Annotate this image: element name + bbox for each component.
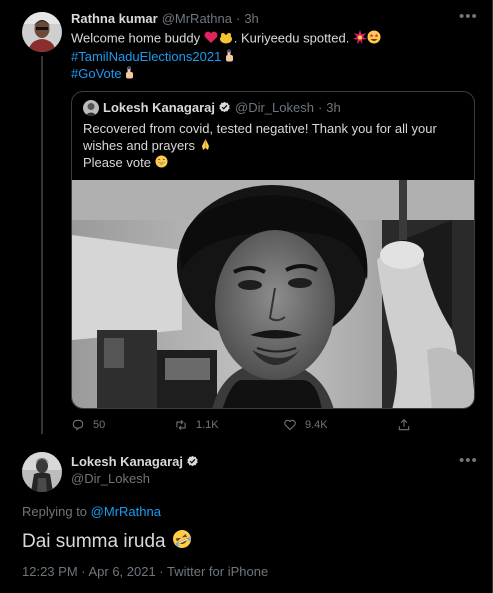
- quoted-text-line2: wishes and prayers: [83, 137, 195, 153]
- tweet-photo[interactable]: [72, 180, 474, 408]
- tweet-actions: 50 1.1K 9.4K: [71, 418, 431, 434]
- quoted-author-handle: @Dir_Lokesh: [235, 100, 314, 115]
- retweet-icon: [176, 419, 186, 431]
- more-options-icon[interactable]: •••: [459, 452, 478, 469]
- tweet-text-line1: Welcome home buddy: [71, 30, 201, 46]
- inked-finger-icon: [125, 66, 134, 84]
- heart-icon: [284, 419, 296, 431]
- author-handle[interactable]: @Dir_Lokesh: [71, 471, 150, 486]
- tweet-text: Welcome home buddy . Kuriyeedu spotted. …: [71, 30, 471, 84]
- main-author: Lokesh Kanagaraj: [71, 454, 199, 469]
- share-button[interactable]: [397, 418, 411, 432]
- main-tweet-body: Dai summa iruda: [22, 531, 166, 552]
- quoted-author-name: Lokesh Kanagaraj: [103, 100, 215, 115]
- parent-tweet[interactable]: Rathna kumar @MrRathna · 3h ••• Welcome …: [0, 0, 492, 442]
- folded-hands-icon: [199, 138, 212, 156]
- quoted-tweet-time: 3h: [326, 100, 341, 115]
- retweet-count: 1.1K: [196, 419, 219, 431]
- author-name[interactable]: Lokesh Kanagaraj: [71, 454, 183, 469]
- quoted-text-line3: Please vote: [83, 155, 151, 171]
- rolling-on-floor-laughing-icon: [172, 529, 192, 555]
- hug-hands-icon: [218, 31, 234, 49]
- verified-badge-icon: [218, 101, 231, 114]
- replying-to-link[interactable]: @MrRathna: [91, 504, 161, 519]
- tweet-header: Rathna kumar @MrRathna · 3h: [71, 11, 259, 26]
- main-tweet-text: Dai summa iruda: [22, 529, 192, 555]
- separator-dot: ·: [235, 11, 241, 26]
- like-count: 9.4K: [305, 419, 328, 431]
- reply-count: 50: [93, 419, 106, 431]
- reply-icon: [72, 419, 84, 431]
- divider: [0, 442, 492, 443]
- retweet-button[interactable]: 1.1K: [174, 418, 219, 432]
- separator-dot: ·: [317, 100, 323, 115]
- quoted-avatar: [83, 100, 99, 116]
- quoted-tweet-card[interactable]: Lokesh Kanagaraj @Dir_Lokesh · 3h Recove…: [71, 91, 475, 409]
- replying-prefix: Replying to: [22, 504, 88, 519]
- quoted-text-line1: Recovered from covid, tested negative! T…: [83, 121, 437, 136]
- hashtag-link[interactable]: #GoVote: [71, 66, 122, 81]
- more-options-icon[interactable]: •••: [459, 8, 478, 25]
- tweet-timestamp[interactable]: 12:23 PM · Apr 6, 2021 · Twitter for iPh…: [22, 564, 268, 579]
- reply-button[interactable]: 50: [71, 418, 105, 432]
- inked-finger-icon: [225, 49, 234, 67]
- tweet-time[interactable]: 3h: [244, 11, 258, 26]
- tweet-thread: Rathna kumar @MrRathna · 3h ••• Welcome …: [0, 0, 493, 593]
- quoted-tweet-header: Lokesh Kanagaraj @Dir_Lokesh · 3h: [103, 100, 341, 115]
- avatar[interactable]: [22, 12, 62, 52]
- explosion-icon: [353, 30, 367, 49]
- replying-to: Replying to @MrRathna: [22, 504, 161, 519]
- star-struck-icon: [367, 30, 381, 49]
- thread-line: [41, 56, 43, 434]
- like-button[interactable]: 9.4K: [283, 418, 328, 432]
- quoted-tweet-text: Recovered from covid, tested negative! T…: [83, 121, 463, 173]
- red-heart-icon: [204, 31, 218, 49]
- share-icon: [398, 419, 410, 431]
- tweet-text-line1-mid: . Kuriyeedu spotted.: [233, 30, 350, 46]
- verified-badge-icon: [186, 455, 199, 468]
- grinning-face-icon: [155, 155, 168, 173]
- hashtag-link[interactable]: #TamilNaduElections2021: [71, 49, 221, 64]
- avatar[interactable]: [22, 452, 62, 492]
- author-name[interactable]: Rathna kumar: [71, 11, 158, 26]
- author-handle[interactable]: @MrRathna: [162, 11, 232, 26]
